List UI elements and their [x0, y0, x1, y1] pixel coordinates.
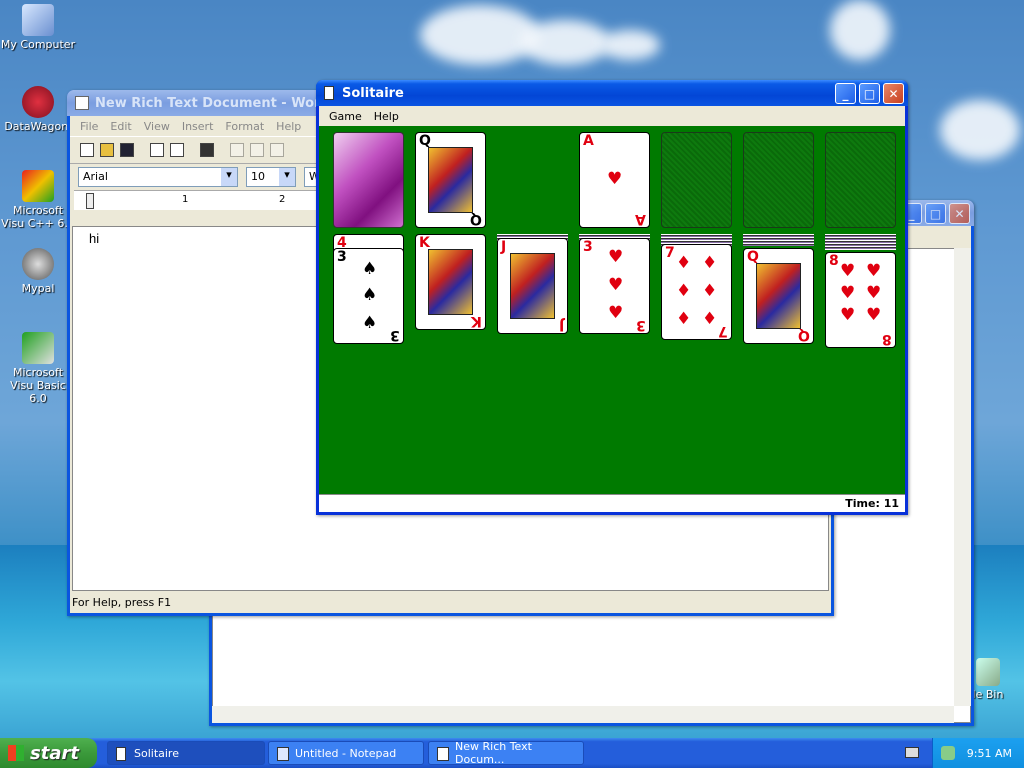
- tableau-card[interactable]: 7 7 ♦ ♦ ♦ ♦ ♦ ♦: [661, 244, 732, 340]
- chevron-down-icon[interactable]: ▾: [221, 168, 237, 186]
- solitaire-status-bar: Time: 11: [319, 494, 905, 512]
- menu-help[interactable]: Help: [368, 110, 405, 123]
- menu-view[interactable]: View: [138, 120, 176, 133]
- tableau-card[interactable]: Q Q: [743, 248, 814, 344]
- menu-insert[interactable]: Insert: [176, 120, 220, 133]
- find-icon[interactable]: [200, 143, 214, 157]
- tableau-card[interactable]: 8 8 ♥ ♥ ♥ ♥ ♥ ♥: [825, 252, 896, 348]
- close-button[interactable]: ✕: [883, 83, 904, 104]
- desktop-icon-label: My Computer: [0, 38, 76, 51]
- font-select[interactable]: Arial ▾: [78, 167, 238, 187]
- desktop-icon-label: Microsoft Visu Basic 6.0: [10, 366, 66, 405]
- menu-file[interactable]: File: [74, 120, 104, 133]
- maximize-button[interactable]: □: [925, 203, 946, 224]
- tableau-card[interactable]: K K: [415, 234, 486, 330]
- network-icon[interactable]: [941, 746, 955, 760]
- system-tray: 9:51 AM: [932, 738, 1024, 768]
- king-face-art: [428, 249, 473, 315]
- open-icon[interactable]: [100, 143, 114, 157]
- foundation-slot[interactable]: [661, 132, 732, 228]
- cut-icon[interactable]: [230, 143, 244, 157]
- waste-card[interactable]: Q Q: [415, 132, 486, 228]
- notepad-icon: [277, 747, 289, 761]
- desktop-icon-label: DataWagon.: [4, 120, 72, 133]
- recycle-bin-icon: [976, 658, 1000, 686]
- stock-pile[interactable]: [333, 132, 404, 228]
- foundation-card[interactable]: A A ♥: [579, 132, 650, 228]
- print-preview-icon[interactable]: [170, 143, 184, 157]
- desktop-icon-label: le Bin: [972, 688, 1004, 701]
- menu-format[interactable]: Format: [219, 120, 270, 133]
- menu-edit[interactable]: Edit: [104, 120, 137, 133]
- time-label: Time: 11: [845, 497, 899, 510]
- save-icon[interactable]: [120, 143, 134, 157]
- maximize-button[interactable]: □: [859, 83, 880, 104]
- desktop-icon-datawagon[interactable]: DataWagon.: [0, 86, 76, 133]
- copy-icon[interactable]: [250, 143, 264, 157]
- desktop-icon-label: Microsoft Visu C++ 6.0: [1, 204, 75, 230]
- taskbar-button-solitaire[interactable]: Solitaire: [107, 741, 265, 765]
- desktop-icon-mypal[interactable]: Mypal: [0, 248, 76, 295]
- foundation-slot[interactable]: [743, 132, 814, 228]
- desktop-icon-visual-cpp[interactable]: Microsoft Visu C++ 6.0: [0, 170, 76, 230]
- face-down-stack: [825, 234, 896, 250]
- vertical-scrollbar[interactable]: [954, 248, 971, 706]
- paste-icon[interactable]: [270, 143, 284, 157]
- jack-face-art: [510, 253, 555, 319]
- queen-face-art: [756, 263, 801, 329]
- ruler-tick-label: 1: [182, 194, 189, 205]
- document-text: hi: [89, 231, 100, 246]
- solitaire-icon: [116, 747, 126, 761]
- face-down-stack: [743, 234, 814, 246]
- keyboard-icon[interactable]: [905, 747, 919, 758]
- queen-face-art: [428, 147, 473, 213]
- foundation-slot[interactable]: [825, 132, 896, 228]
- windows-logo-icon: [8, 745, 24, 761]
- solitaire-window[interactable]: Solitaire _ □ ✕ Game Help Q Q A A ♥ 4 3 …: [316, 80, 908, 515]
- tableau-card[interactable]: J J: [497, 238, 568, 334]
- desktop-icon-label: Mypal: [21, 282, 55, 295]
- solitaire-titlebar[interactable]: Solitaire _ □ ✕: [316, 80, 908, 106]
- visual-basic-icon: [22, 332, 54, 364]
- wordpad-app-icon: [75, 96, 89, 110]
- solitaire-app-icon: [324, 86, 334, 100]
- tableau-card[interactable]: 3 3 ♥ ♥ ♥: [579, 238, 650, 334]
- taskbar-button-notepad[interactable]: Untitled - Notepad: [268, 741, 424, 765]
- menu-game[interactable]: Game: [323, 110, 368, 123]
- status-text: For Help, press F1: [72, 596, 172, 609]
- taskbar: start Solitaire Untitled - Notepad New R…: [0, 738, 1024, 768]
- taskbar-button-wordpad[interactable]: New Rich Text Docum...: [428, 740, 584, 766]
- chevron-down-icon[interactable]: ▾: [279, 168, 295, 186]
- game-board[interactable]: Q Q A A ♥ 4 3 3 ♠ ♠ ♠ K K J J 3 3 ♥ ♥ ♥ …: [319, 126, 905, 494]
- ruler-tick-label: 2: [279, 194, 286, 205]
- close-button[interactable]: ✕: [949, 203, 970, 224]
- minimize-button[interactable]: _: [835, 83, 856, 104]
- clock[interactable]: 9:51 AM: [967, 747, 1012, 760]
- new-icon[interactable]: [80, 143, 94, 157]
- datawagon-icon: [22, 86, 54, 118]
- size-select[interactable]: 10 ▾: [246, 167, 296, 187]
- desktop-icon-my-computer[interactable]: My Computer: [0, 4, 76, 51]
- indent-marker[interactable]: [86, 193, 94, 209]
- heart-pip: ♥: [607, 169, 623, 189]
- start-button[interactable]: start: [0, 738, 97, 768]
- print-icon[interactable]: [150, 143, 164, 157]
- window-title: Solitaire: [342, 85, 404, 101]
- mypal-icon: [22, 248, 54, 280]
- status-bar: For Help, press F1: [70, 593, 831, 613]
- computer-icon: [22, 4, 54, 36]
- desktop-icon-visual-basic[interactable]: Microsoft Visu Basic 6.0: [0, 332, 76, 405]
- horizontal-scrollbar[interactable]: [212, 706, 954, 723]
- menu-help[interactable]: Help: [270, 120, 307, 133]
- wordpad-icon: [437, 747, 449, 761]
- tableau-card[interactable]: 3 3 ♠ ♠ ♠: [333, 248, 404, 344]
- visual-cpp-icon: [22, 170, 54, 202]
- solitaire-menubar: Game Help: [319, 106, 905, 126]
